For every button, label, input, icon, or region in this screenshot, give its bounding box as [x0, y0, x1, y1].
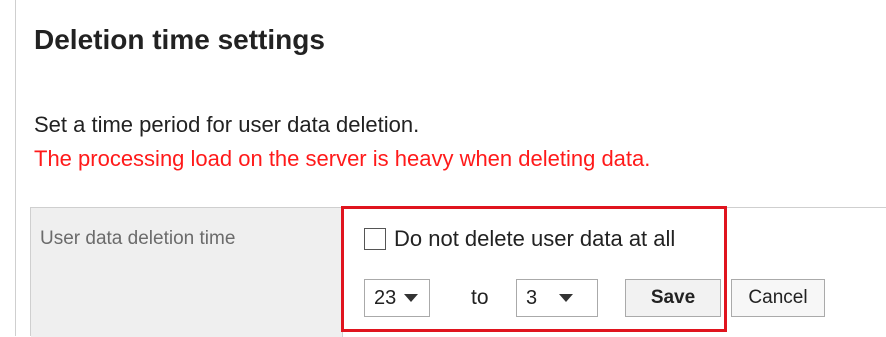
no-delete-option[interactable]: Do not delete user data at all	[364, 224, 675, 254]
save-button[interactable]: Save	[625, 279, 721, 317]
description-text: Set a time period for user data deletion…	[34, 112, 420, 137]
chevron-down-icon	[404, 294, 419, 302]
to-label: to	[471, 286, 489, 309]
chevron-down-icon	[559, 294, 574, 302]
row-label: User data deletion time	[40, 228, 236, 249]
no-delete-checkbox-label[interactable]: Do not delete user data at all	[394, 226, 675, 252]
start-hour-value: 23	[374, 286, 397, 309]
row-label-cell: User data deletion time	[31, 208, 343, 337]
warning-text: The processing load on the server is hea…	[34, 146, 651, 171]
page-title: Deletion time settings	[34, 24, 325, 55]
cancel-button[interactable]: Cancel	[731, 279, 825, 317]
no-delete-checkbox[interactable]	[364, 228, 386, 250]
end-hour-value: 3	[526, 286, 538, 309]
end-hour-select[interactable]: 3	[516, 279, 598, 317]
start-hour-select[interactable]: 23	[364, 279, 430, 317]
